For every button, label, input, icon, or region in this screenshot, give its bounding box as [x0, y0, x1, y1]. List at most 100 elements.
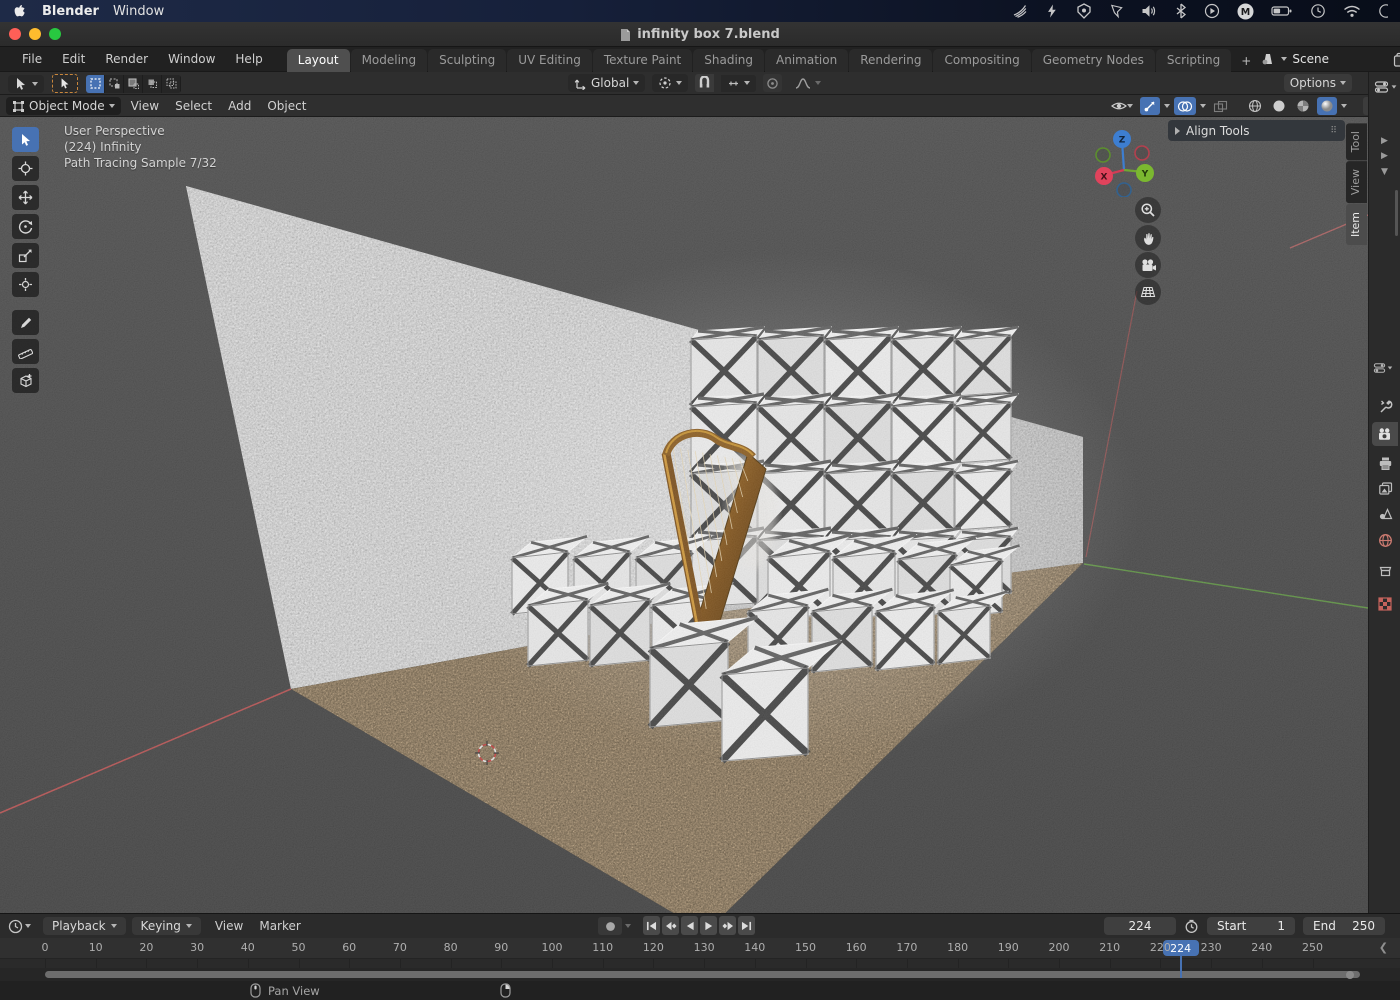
control-center-icon[interactable] [1378, 3, 1388, 19]
current-frame-field[interactable]: 224 [1104, 917, 1176, 935]
workspace-tab-uv-editing[interactable]: UV Editing [507, 49, 592, 72]
options-dropdown[interactable]: Options [1284, 74, 1352, 92]
camera-view-button[interactable] [1135, 252, 1161, 278]
panel-drag-handle-icon[interactable]: ⠿ [1330, 126, 1338, 136]
workspace-tab-geometry-nodes[interactable]: Geometry Nodes [1032, 49, 1155, 72]
npanel-tab-tool[interactable]: Tool [1346, 123, 1367, 160]
workspace-tab-rendering[interactable]: Rendering [849, 49, 932, 72]
gizmos-toggle-button[interactable] [1140, 97, 1160, 115]
panel-expanded-arrow-icon[interactable]: ▼ [1381, 167, 1388, 177]
viewport-menu-select[interactable]: Select [167, 97, 220, 115]
select-box-tool-button[interactable] [12, 127, 39, 152]
timeline-menu-marker[interactable]: Marker [251, 917, 308, 935]
timeline-keying-dropdown[interactable]: Keying [132, 917, 201, 935]
macos-menu-window[interactable]: Window [113, 4, 164, 19]
workspace-tab-layout[interactable]: Layout [287, 49, 350, 72]
timeline-menu-view[interactable]: View [207, 917, 251, 935]
gizmo-x-handle[interactable]: X [1101, 173, 1108, 183]
tab-world-properties[interactable] [1372, 528, 1398, 552]
tab-view-layer-properties[interactable] [1372, 476, 1398, 500]
viewport-menu-add[interactable]: Add [220, 97, 259, 115]
topbar-menu-file[interactable]: File [12, 52, 52, 66]
next-keyframe-button[interactable] [719, 916, 736, 935]
timeline-scrollbar[interactable] [45, 971, 1360, 978]
scale-tool-button[interactable] [12, 243, 39, 268]
wave-icon[interactable] [1012, 3, 1028, 19]
jump-to-start-button[interactable] [643, 916, 660, 935]
select-mode-set-button[interactable] [86, 75, 105, 93]
measure-tool-button[interactable] [12, 339, 39, 364]
scene-browse-icon[interactable] [1260, 52, 1276, 66]
xray-toggle-button[interactable] [1210, 97, 1231, 115]
shading-solid-button[interactable] [1269, 97, 1289, 115]
workspace-tab-sculpting[interactable]: Sculpting [428, 49, 506, 72]
macos-app-menu[interactable]: Blender [42, 4, 99, 19]
workspace-tab-modeling[interactable]: Modeling [351, 49, 428, 72]
timeline-playback-dropdown[interactable]: Playback [43, 917, 126, 935]
wifi-icon[interactable] [1343, 3, 1361, 19]
snap-toggle-button[interactable] [695, 74, 714, 92]
gizmo-y-handle[interactable]: Y [1141, 170, 1149, 180]
scene-name-field[interactable]: Scene [1292, 52, 1388, 66]
npanel-tab-view[interactable]: View [1346, 161, 1367, 203]
tab-collection-properties[interactable] [1372, 558, 1398, 582]
scrollbar-end-dot[interactable] [1346, 971, 1354, 979]
snap-target-dropdown[interactable] [721, 75, 756, 92]
tweak-tool-button[interactable] [52, 74, 78, 93]
end-frame-field[interactable]: End250 [1303, 917, 1385, 935]
properties-scrollbar[interactable] [1395, 190, 1398, 236]
lightning-icon[interactable] [1045, 3, 1059, 19]
play-button[interactable] [700, 916, 717, 935]
mode-selector-dropdown[interactable]: Object Mode [6, 97, 121, 115]
timeline-ruler[interactable]: 224 ❮ 0102030405060708090100110120130140… [0, 938, 1400, 958]
collapse-region-icon[interactable]: ❮ [1379, 941, 1388, 954]
tab-render-properties[interactable] [1372, 422, 1398, 446]
gizmo-z-handle[interactable]: Z [1119, 136, 1126, 146]
pivot-point-dropdown[interactable] [652, 74, 688, 92]
navigation-gizmo[interactable]: Z X Y [1090, 127, 1158, 197]
select-mode-subtract-button[interactable] [124, 75, 143, 93]
cursor-tool-button[interactable] [12, 156, 39, 181]
select-mode-invert-button[interactable] [143, 75, 162, 93]
add-workspace-button[interactable]: + [1232, 50, 1260, 72]
vpn-icon[interactable] [1109, 3, 1124, 19]
properties-tab-selector[interactable] [1373, 362, 1393, 374]
add-cube-tool-button[interactable] [12, 368, 39, 393]
play-reverse-button[interactable] [681, 916, 698, 935]
pan-view-button[interactable] [1135, 225, 1161, 251]
panel-collapsed-arrow-icon[interactable]: ▶ [1381, 151, 1388, 161]
tab-output-properties[interactable] [1372, 451, 1398, 475]
panel-collapsed-arrow-icon[interactable]: ▶ [1381, 136, 1388, 146]
gizmo-neg-z-handle[interactable] [1117, 183, 1131, 197]
npanel-tab-item[interactable]: Item [1346, 204, 1367, 245]
start-frame-field[interactable]: Start1 [1207, 917, 1295, 935]
workspace-tab-texture-paint[interactable]: Texture Paint [593, 49, 692, 72]
properties-editor-type-button[interactable] [1374, 80, 1397, 94]
viewport-menu-object[interactable]: Object [259, 97, 314, 115]
gizmo-neg-y-handle[interactable] [1096, 148, 1110, 162]
volume-icon[interactable] [1141, 3, 1158, 19]
viewport-menu-view[interactable]: View [123, 97, 167, 115]
timeline-editor-type-button[interactable] [8, 919, 31, 934]
panel-expand-icon[interactable] [1175, 127, 1180, 135]
topbar-menu-render[interactable]: Render [95, 52, 158, 66]
workspace-tab-scripting[interactable]: Scripting [1156, 49, 1231, 72]
timeline-track[interactable] [0, 958, 1400, 968]
tab-scene-properties[interactable] [1372, 501, 1398, 525]
overlays-toggle-button[interactable] [1174, 97, 1196, 115]
rotate-tool-button[interactable] [12, 214, 39, 239]
topbar-menu-help[interactable]: Help [225, 52, 272, 66]
shading-rendered-button[interactable] [1317, 97, 1337, 115]
select-mode-intersect-button[interactable] [162, 75, 181, 93]
previous-keyframe-button[interactable] [662, 916, 679, 935]
user-badge-icon[interactable]: M [1237, 3, 1254, 20]
viewport-3d[interactable]: User Perspective (224) Infinity Path Tra… [0, 117, 1368, 913]
perspective-toggle-button[interactable] [1135, 279, 1161, 305]
gizmo-neg-x-handle[interactable] [1135, 146, 1149, 160]
workspace-tab-animation[interactable]: Animation [765, 49, 848, 72]
security-icon[interactable] [1076, 3, 1092, 19]
annotate-tool-button[interactable] [12, 310, 39, 335]
battery-icon[interactable] [1271, 3, 1293, 19]
move-tool-button[interactable] [12, 185, 39, 210]
window-titlebar[interactable]: infinity box 7.blend [0, 22, 1400, 47]
